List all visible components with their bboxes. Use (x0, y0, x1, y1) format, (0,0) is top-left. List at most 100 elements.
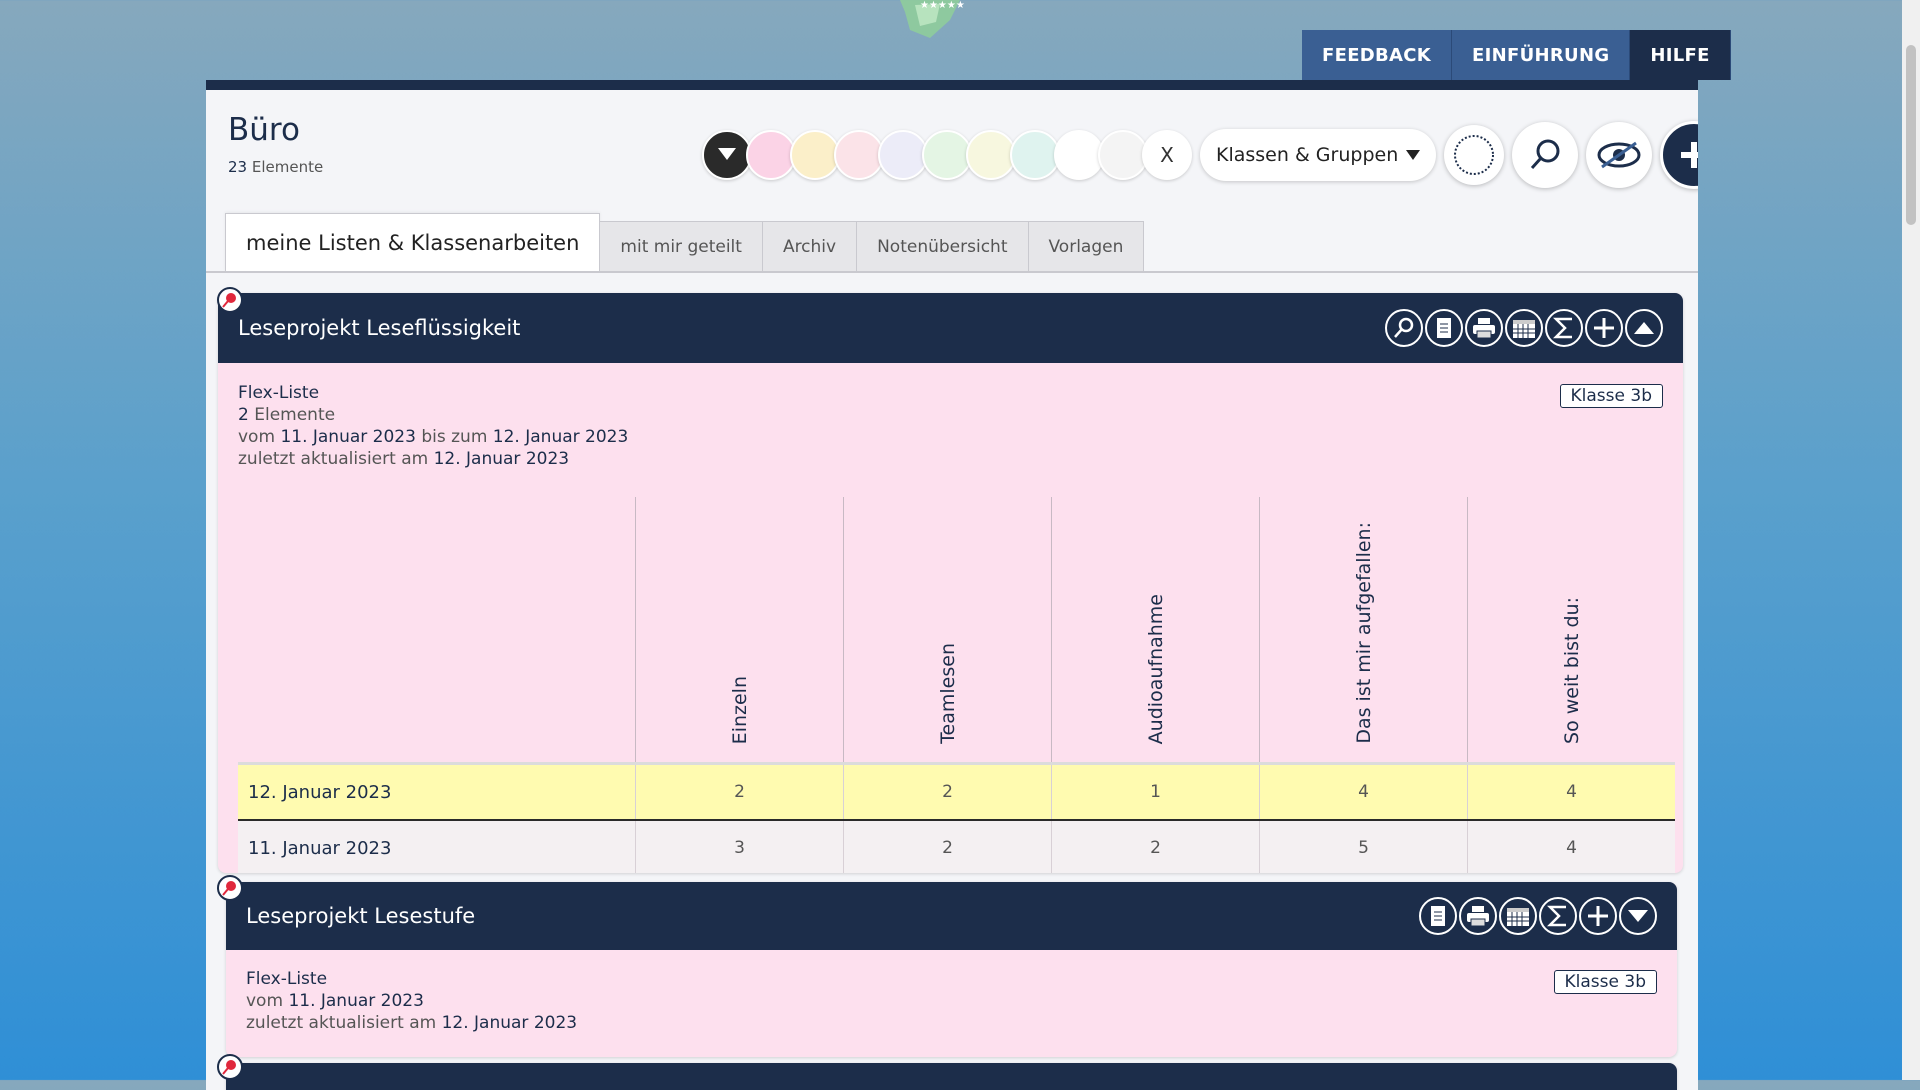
card-title[interactable]: Leseprojekt Leseflüssigkeit (238, 316, 520, 340)
search-button[interactable] (1512, 122, 1578, 188)
table-cell[interactable]: 2 (635, 762, 844, 821)
row-date[interactable]: 12. Januar 2023 (238, 762, 636, 821)
card-calendar-button[interactable] (1505, 309, 1543, 347)
scrollbar-thumb[interactable] (1906, 45, 1916, 225)
column-label: So weit bist du: (1560, 597, 1583, 744)
color-filter-green[interactable] (922, 130, 972, 180)
column-label: Einzeln (728, 675, 751, 744)
color-filter-pink[interactable] (746, 130, 796, 180)
element-count: 23 Elemente (228, 158, 323, 176)
color-filter-white[interactable] (1054, 130, 1104, 180)
element-count-label: Elemente (251, 158, 324, 176)
clear-filter-button[interactable]: X (1142, 130, 1192, 180)
table-cell[interactable]: 4 (1259, 762, 1468, 821)
table-cell[interactable]: 2 (1051, 820, 1260, 873)
card-document-button[interactable] (1419, 897, 1457, 935)
list-count-label: Elemente (254, 405, 336, 425)
updated-date: 12. Januar 2023 (441, 1013, 578, 1033)
color-filter-rose[interactable] (834, 130, 884, 180)
tab-notenuebersicht[interactable]: Notenübersicht (856, 221, 1029, 272)
list-updated: zuletzt aktualisiert am 12. Januar 2023 (238, 448, 628, 470)
table-cell[interactable]: 4 (1467, 762, 1675, 821)
color-filter-cream[interactable] (966, 130, 1016, 180)
main-panel: Büro 23 Elemente X Klassen & Gruppen mei… (206, 80, 1698, 1090)
card-document-button[interactable] (1425, 309, 1463, 347)
tab-vorlagen[interactable]: Vorlagen (1027, 221, 1145, 272)
table-header-row: Einzeln Teamlesen Audioaufnahme Das ist … (238, 497, 1675, 764)
card-add-button[interactable] (1579, 897, 1617, 935)
tab-archiv[interactable]: Archiv (761, 221, 858, 272)
card-collapse-button[interactable] (1625, 309, 1663, 347)
card-calendar-button[interactable] (1499, 897, 1537, 935)
visibility-toggle-button[interactable] (1586, 122, 1652, 188)
table-cell[interactable]: 2 (843, 762, 1052, 821)
column-label: Das ist mir aufgefallen: (1352, 522, 1375, 744)
search-icon (1530, 139, 1560, 170)
row-date[interactable]: 11. Januar 2023 (238, 820, 636, 873)
card-search-button[interactable] (1385, 309, 1423, 347)
feedback-button[interactable]: FEEDBACK (1302, 30, 1453, 80)
column-header[interactable]: Teamlesen (843, 497, 1052, 764)
table-cell[interactable]: 2 (843, 820, 1052, 873)
list-type: Flex-Liste (246, 969, 328, 989)
filter-bar: X Klassen & Gruppen (702, 121, 1698, 189)
column-header[interactable]: So weit bist du: (1467, 497, 1675, 764)
table-cell[interactable]: 3 (635, 820, 844, 873)
card-expand-button[interactable] (1619, 897, 1657, 935)
chevron-down-icon (1406, 149, 1420, 160)
group-circle-button[interactable] (1444, 125, 1504, 185)
group-select[interactable]: Klassen & Gruppen (1200, 129, 1436, 181)
list-card-lesestufe: Leseprojekt Lesestufe Flex-Liste vom 11.… (226, 882, 1677, 1057)
map-decoration: ★★★★★ (900, 0, 965, 38)
hilfe-button[interactable]: HILFE (1630, 30, 1731, 80)
card-meta: Flex-Liste 2 Elemente vom 11. Januar 202… (238, 382, 628, 470)
pin-icon[interactable] (217, 875, 243, 901)
list-date-range: vom 11. Januar 2023 (246, 990, 577, 1012)
table-cell[interactable]: 1 (1051, 762, 1260, 821)
class-badge[interactable]: Klasse 3b (1553, 970, 1657, 994)
einfuehrung-button[interactable]: EINFÜHRUNG (1452, 30, 1631, 80)
pin-icon[interactable] (217, 287, 243, 313)
tab-mit-mir-geteilt[interactable]: mit mir geteilt (599, 221, 763, 272)
printer-icon (1467, 906, 1489, 927)
card-toolbar (1417, 897, 1657, 935)
card-sum-button[interactable] (1545, 309, 1583, 347)
class-badge[interactable]: Klasse 3b (1559, 384, 1663, 408)
top-navigation: FEEDBACK EINFÜHRUNG HILFE (1302, 30, 1731, 80)
color-filter-toggle[interactable] (702, 130, 752, 180)
calendar-icon (1513, 320, 1535, 338)
table-row[interactable]: 12. Januar 2023 2 2 1 4 4 (238, 762, 1675, 821)
color-filter-yellow[interactable] (790, 130, 840, 180)
list-count: 2 Elemente (238, 404, 628, 426)
plus-icon (1681, 142, 1698, 168)
sigma-icon (1547, 905, 1566, 927)
column-header[interactable]: Audioaufnahme (1051, 497, 1260, 764)
card-title[interactable]: Leseprojekt Lesestufe (246, 904, 475, 928)
table-cell[interactable]: 4 (1467, 820, 1675, 873)
from-prefix: vom (246, 991, 284, 1011)
document-icon (1437, 318, 1451, 338)
column-header[interactable]: Das ist mir aufgefallen: (1259, 497, 1468, 764)
table-cell[interactable]: 5 (1259, 820, 1468, 873)
plus-icon (1594, 318, 1614, 338)
group-select-value: Klassen & Gruppen (1216, 144, 1399, 166)
column-header[interactable]: Einzeln (635, 497, 844, 764)
search-icon (1394, 317, 1414, 338)
table-corner (238, 497, 636, 764)
page-scrollbar[interactable] (1902, 0, 1920, 1080)
from-date: 11. Januar 2023 (280, 427, 416, 447)
color-filter-lavender[interactable] (878, 130, 928, 180)
add-list-button[interactable] (1660, 121, 1698, 189)
card-add-button[interactable] (1585, 309, 1623, 347)
color-filter-mint[interactable] (1010, 130, 1060, 180)
card-print-button[interactable] (1465, 309, 1503, 347)
color-filter-grey[interactable] (1098, 130, 1148, 180)
card-sum-button[interactable] (1539, 897, 1577, 935)
triangle-up-icon (1634, 322, 1654, 334)
tab-meine-listen[interactable]: meine Listen & Klassenarbeiten (225, 213, 601, 272)
card-print-button[interactable] (1459, 897, 1497, 935)
pin-icon[interactable] (217, 1054, 243, 1080)
page-title: Büro (228, 112, 300, 148)
card-header (226, 1063, 1677, 1090)
table-row[interactable]: 11. Januar 2023 3 2 2 5 4 (238, 820, 1675, 873)
